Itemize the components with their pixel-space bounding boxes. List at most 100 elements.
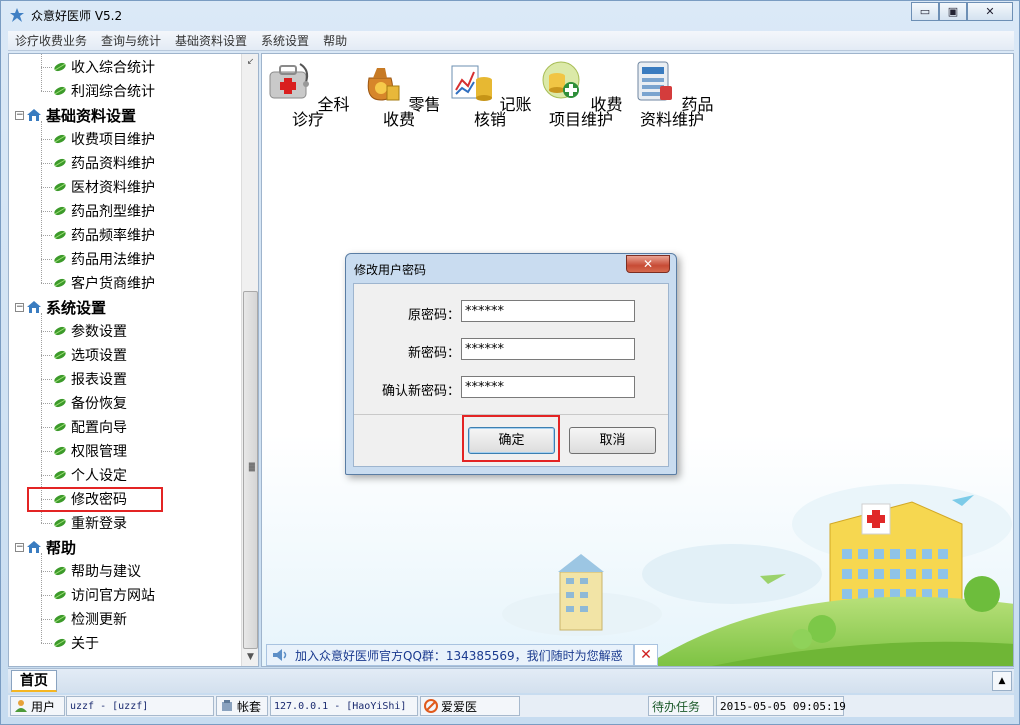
tree-item[interactable]: 关于	[53, 631, 99, 655]
leaf-icon	[54, 590, 66, 600]
tree-item[interactable]: 收入综合统计	[53, 55, 155, 79]
ledger-chart-icon	[451, 65, 493, 101]
highlight-box	[27, 487, 163, 512]
tree-item[interactable]: 检测更新	[53, 607, 127, 631]
tree-item[interactable]: 个人设定	[53, 463, 127, 487]
tree-group-label: 系统设置	[46, 298, 107, 317]
collapse-icon[interactable]: −	[15, 110, 24, 120]
tree-item[interactable]: 选项设置	[53, 343, 127, 367]
tree-item[interactable]: 药品剂型维护	[53, 199, 155, 223]
tree-item[interactable]: 访问官方网站	[53, 583, 155, 607]
leaf-icon	[54, 470, 66, 480]
grip-icon: ▬ ▬ ▬	[248, 459, 256, 474]
tree-item-label: 收费项目维护	[71, 132, 155, 148]
tree-item-label: 利润综合统计	[71, 84, 155, 100]
maximize-button[interactable]: ▣	[939, 2, 967, 21]
tool-account-writeoff[interactable]: 记账核销	[444, 58, 536, 128]
tree-item[interactable]: 备份恢复	[53, 391, 127, 415]
tree-item[interactable]: 药品频率维护	[53, 223, 155, 247]
status-brand[interactable]: 爱爱医	[420, 696, 520, 716]
dialog-close-button[interactable]: ✕	[626, 255, 670, 273]
menu-query-statistics[interactable]: 查询与统计	[94, 32, 168, 49]
leaf-icon	[54, 278, 66, 288]
menu-basic-data[interactable]: 基础资料设置	[168, 32, 254, 49]
tree-item[interactable]: 医材资料维护	[53, 175, 155, 199]
cancel-button[interactable]: 取消	[569, 427, 656, 454]
tree-connector	[41, 235, 52, 236]
tree-item[interactable]: 权限管理	[53, 439, 127, 463]
tab-home[interactable]: 首页	[11, 670, 57, 692]
tree-item[interactable]: 利润综合统计	[53, 79, 155, 103]
menu-clinic-billing[interactable]: 诊疗收费业务	[8, 32, 94, 49]
tree-item[interactable]: 参数设置	[53, 319, 127, 343]
tree-item-label: 客户货商维护	[71, 276, 155, 292]
tree-connector	[41, 571, 52, 572]
tree-item[interactable]: 报表设置	[53, 367, 127, 391]
tool-fee-item-maintenance[interactable]: 收费项目维护	[535, 58, 627, 128]
old-password-label: 原密码：	[407, 308, 460, 323]
tree-item-label: 报表设置	[71, 372, 127, 388]
tree-group[interactable]: − 基础资料设置	[15, 103, 136, 127]
scroll-down-icon[interactable]: ▼	[242, 649, 258, 666]
tree-connector	[41, 163, 52, 164]
tree-connector	[41, 67, 52, 68]
tree-item[interactable]: 重新登录	[53, 511, 127, 535]
ok-button[interactable]: 确定	[468, 427, 555, 454]
tree-item-label: 个人设定	[71, 468, 127, 484]
tree-connector	[41, 553, 42, 643]
tree-connector	[41, 595, 52, 596]
status-tasks[interactable]: 待办任务	[648, 696, 714, 716]
maximize-icon: ▣	[947, 5, 959, 18]
old-password-field[interactable]	[461, 300, 635, 322]
tab-scroll-button[interactable]: ▲	[992, 671, 1012, 691]
leaf-icon	[54, 206, 66, 216]
leaf-icon	[54, 566, 66, 576]
tree-connector	[41, 643, 52, 644]
change-password-dialog: 修改用户密码 ✕ 原密码： 新密码： 确认新密码： 确定 取消	[345, 253, 677, 475]
scroll-up-icon[interactable]: ↙	[242, 54, 258, 71]
menu-system-settings[interactable]: 系统设置	[254, 32, 316, 49]
tree-group[interactable]: − 系统设置	[15, 295, 106, 319]
leaf-icon	[54, 422, 66, 432]
close-button[interactable]: ✕	[967, 2, 1013, 21]
leaf-icon	[54, 638, 66, 648]
user-label: 用户	[31, 699, 56, 714]
tree-item[interactable]: 帮助与建议	[53, 559, 141, 583]
tree-item[interactable]: 药品资料维护	[53, 151, 155, 175]
tool-retail-billing[interactable]: 零售收费	[353, 58, 445, 128]
tree-connector	[41, 91, 52, 92]
minimize-icon: ▭	[919, 5, 931, 18]
collapse-icon[interactable]: −	[15, 542, 24, 552]
tree-scrollbar[interactable]: ↙ ▬ ▬ ▬ ▼	[241, 54, 258, 666]
confirm-password-field[interactable]	[461, 376, 635, 398]
menu-help[interactable]: 帮助	[316, 32, 354, 49]
notice-close-button[interactable]: ✕	[634, 644, 658, 666]
leaf-icon	[54, 254, 66, 264]
new-password-field[interactable]	[461, 338, 635, 360]
tree-connector	[41, 355, 52, 356]
leaf-icon	[54, 62, 66, 72]
house-icon	[27, 541, 41, 553]
status-account[interactable]: 帐套	[216, 696, 268, 716]
tree-item[interactable]: 配置向导	[53, 415, 127, 439]
leaf-icon	[54, 230, 66, 240]
tab-bar: 首页 ▲	[8, 668, 1014, 693]
tool-general-clinic[interactable]: 全科诊疗	[262, 58, 354, 128]
tree-item[interactable]: 药品用法维护	[53, 247, 155, 271]
tool-drug-data-maintenance[interactable]: 药品资料维护	[626, 58, 718, 128]
minimize-button[interactable]: ▭	[911, 2, 939, 21]
leaf-icon	[54, 134, 66, 144]
tree-item[interactable]: 客户货商维护	[53, 271, 155, 295]
leaf-icon	[54, 398, 66, 408]
title-bar[interactable]: 众意好医师 V5.2 ▭ ▣ ✕	[1, 1, 1019, 29]
tree-item[interactable]: 收费项目维护	[53, 127, 155, 151]
tree-item-label: 访问官方网站	[71, 588, 155, 604]
tree-connector	[41, 619, 52, 620]
notice-text[interactable]: 加入众意好医师官方QQ群：134385569，我们随时为您解惑	[295, 647, 623, 664]
tree-group[interactable]: − 帮助	[15, 535, 76, 559]
close-icon: ✕	[640, 647, 652, 663]
drug-database-icon	[637, 61, 673, 101]
collapse-icon[interactable]: −	[15, 302, 24, 312]
scroll-thumb[interactable]: ▬ ▬ ▬	[243, 291, 258, 649]
leaf-icon	[54, 614, 66, 624]
